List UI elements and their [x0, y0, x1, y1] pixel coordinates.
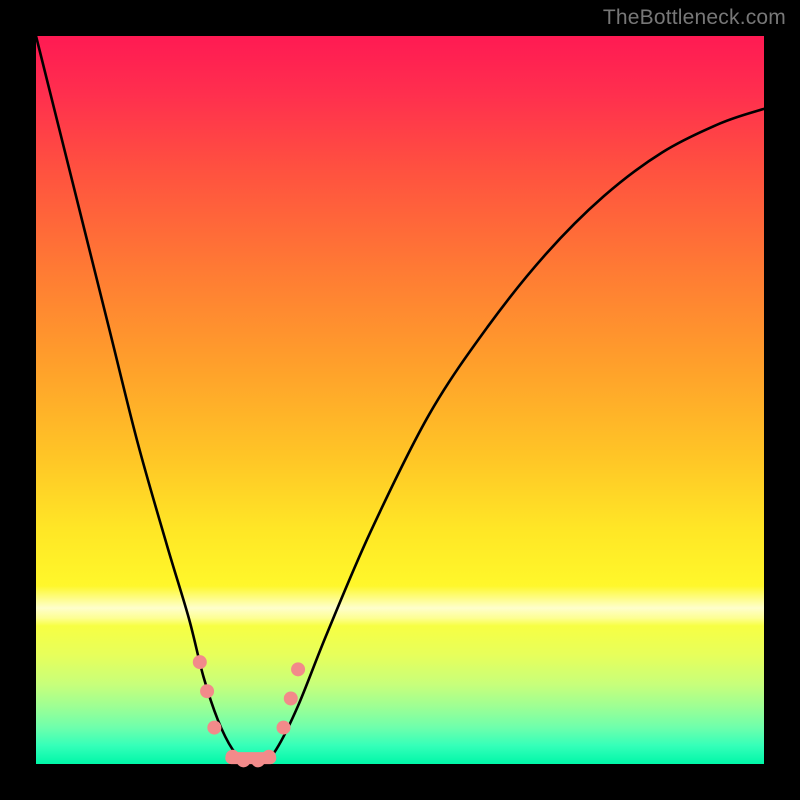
threshold-dot [262, 750, 276, 764]
chart-frame: TheBottleneck.com [0, 0, 800, 800]
curve-layer [36, 36, 764, 764]
threshold-dots [193, 655, 305, 767]
threshold-dot [284, 691, 298, 705]
bottleneck-curve [36, 36, 764, 766]
watermark-text: TheBottleneck.com [603, 6, 786, 30]
threshold-dot [200, 684, 214, 698]
threshold-dot [277, 721, 291, 735]
plot-area [36, 36, 764, 764]
threshold-dot [236, 753, 250, 767]
threshold-dot [207, 721, 221, 735]
threshold-dot [291, 662, 305, 676]
threshold-dot [193, 655, 207, 669]
